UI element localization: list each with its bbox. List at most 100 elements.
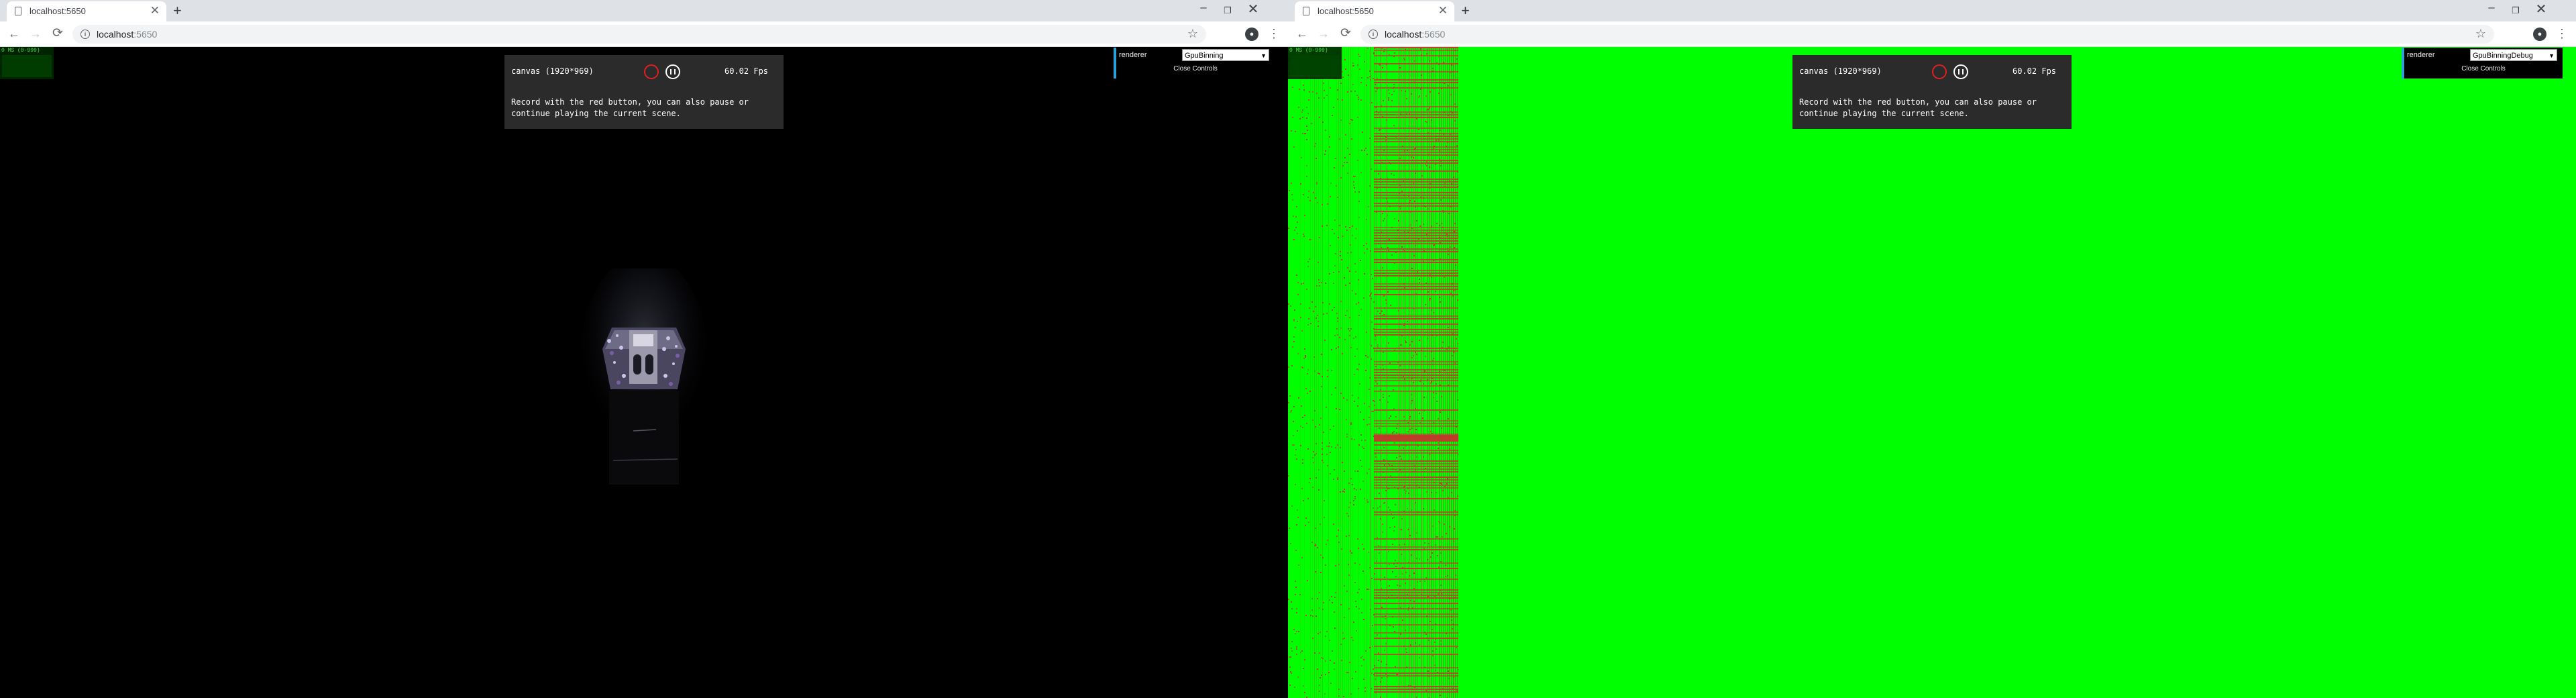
- close-controls-button[interactable]: Close Controls: [2404, 65, 2563, 72]
- bin-cell: [1444, 186, 1446, 187]
- bin-cell: [1314, 370, 1316, 372]
- bin-cell: [1335, 592, 1336, 593]
- info-icon[interactable]: i: [1368, 30, 1378, 39]
- bin-cell: [1415, 245, 1416, 246]
- bin-cell: [1419, 381, 1421, 382]
- bin-cell: [1436, 648, 1437, 650]
- close-controls-button[interactable]: Close Controls: [1116, 65, 1275, 72]
- bin-cell: [1374, 377, 1458, 379]
- bin-cell: [1403, 195, 1405, 196]
- stats-panel[interactable]: 0 MS (0-999): [1288, 47, 1342, 79]
- bin-cell: [1438, 442, 1439, 444]
- close-window-button[interactable]: ✕: [1241, 1, 1265, 17]
- bin-cell: [1428, 132, 1429, 134]
- bin-cell: [1320, 554, 1322, 556]
- bin-cell: [1446, 146, 1447, 147]
- bin-cell: [1369, 647, 1371, 648]
- bin-cell: [1415, 148, 1416, 149]
- record-button[interactable]: [1932, 64, 1947, 79]
- bin-cell: [1316, 183, 1318, 185]
- star-icon[interactable]: ☆: [2475, 27, 2486, 41]
- bin-cell: [1324, 517, 1325, 518]
- bin-cell: [1306, 165, 1307, 166]
- restore-button[interactable]: ❐: [1216, 3, 1240, 19]
- pause-button[interactable]: [1953, 64, 1968, 79]
- renderer-select[interactable]: GpuBinningDebug ▼: [2470, 49, 2557, 61]
- reload-button[interactable]: ⟳: [1340, 26, 1351, 41]
- avatar[interactable]: ●: [2533, 28, 2546, 41]
- bin-cell: [1374, 334, 1458, 336]
- renderer-select[interactable]: GpuBinning ▼: [1182, 49, 1269, 61]
- bin-cell: [1420, 48, 1421, 50]
- bin-cell: [1374, 405, 1375, 406]
- close-tab-icon[interactable]: ✕: [150, 5, 160, 17]
- bin-cell: [1314, 652, 1316, 654]
- bin-cell: [1397, 562, 1398, 564]
- reload-button[interactable]: ⟳: [52, 26, 63, 41]
- bin-cell: [1354, 582, 1356, 583]
- bin-cell: [1374, 686, 1458, 687]
- bin-cell: [1373, 400, 1374, 401]
- forward-button[interactable]: →: [30, 26, 42, 41]
- minimize-button[interactable]: –: [2479, 0, 2504, 15]
- pause-button[interactable]: [665, 64, 680, 79]
- bin-cell: [1332, 650, 1333, 652]
- forward-button[interactable]: →: [1318, 26, 1330, 41]
- bin-cell: [1419, 558, 1420, 560]
- back-button[interactable]: ←: [8, 26, 20, 41]
- bin-cell: [1456, 338, 1457, 340]
- bin-cell: [1431, 381, 1432, 383]
- star-icon[interactable]: ☆: [1187, 27, 1198, 41]
- bin-cell: [1374, 450, 1458, 451]
- browser-tab[interactable]: localhost:5650 ✕: [1295, 1, 1454, 21]
- render-canvas[interactable]: 0 MS (0-999) canvas (1920*969) 60.02 Fps…: [0, 47, 1288, 698]
- bin-cell: [1346, 536, 1347, 537]
- minimize-button[interactable]: –: [1191, 0, 1216, 15]
- bin-cell: [1391, 513, 1392, 515]
- browser-tab[interactable]: localhost:5650 ✕: [7, 1, 166, 21]
- close-tab-icon[interactable]: ✕: [1438, 5, 1448, 17]
- bin-cell: [1389, 488, 1390, 489]
- info-icon[interactable]: i: [80, 30, 90, 39]
- render-canvas-debug[interactable]: 0 MS (0-999) canvas (1920*969) 60.02 Fps…: [1288, 47, 2576, 698]
- bin-cell: [1389, 239, 1390, 240]
- bin-cell: [1441, 428, 1442, 429]
- bin-cell: [1457, 186, 1458, 187]
- bin-cell: [1404, 419, 1405, 421]
- restore-button[interactable]: ❐: [2504, 3, 2528, 19]
- menu-icon[interactable]: ⋮: [2556, 26, 2568, 41]
- bin-cell: [1304, 415, 1305, 416]
- bin-cell: [1329, 640, 1330, 641]
- bin-cell: [1392, 517, 1393, 519]
- bin-cell: [1296, 458, 1297, 460]
- bin-cell: [1428, 208, 1429, 209]
- bin-cell: [1398, 220, 1399, 221]
- record-button[interactable]: [644, 64, 659, 79]
- new-tab-button[interactable]: +: [1461, 2, 1470, 19]
- bin-cell: [1374, 203, 1458, 204]
- bin-cell: [1302, 459, 1303, 460]
- menu-icon[interactable]: ⋮: [1268, 26, 1280, 41]
- renderer-label: renderer: [2407, 51, 2435, 59]
- new-tab-button[interactable]: +: [173, 2, 182, 19]
- back-button[interactable]: ←: [1296, 26, 1308, 41]
- stats-panel[interactable]: 0 MS (0-999): [0, 47, 54, 79]
- bin-cell: [1434, 509, 1435, 511]
- bin-cell: [1358, 191, 1360, 193]
- close-window-button[interactable]: ✕: [2529, 1, 2553, 17]
- bin-cell: [1405, 340, 1406, 342]
- avatar[interactable]: ●: [1245, 28, 1258, 41]
- bin-cell: [1322, 121, 1324, 123]
- bin-cell: [1450, 111, 1452, 112]
- bin-cell: [1374, 498, 1458, 499]
- bin-cell: [1439, 150, 1440, 152]
- bin-cell: [1304, 215, 1305, 216]
- bin-cell: [1371, 411, 1373, 412]
- address-bar[interactable]: i localhost:5650 ☆: [72, 25, 1206, 44]
- bin-cell: [1288, 303, 1289, 305]
- bin-cell: [1340, 255, 1341, 256]
- address-bar[interactable]: i localhost:5650 ☆: [1360, 25, 2494, 44]
- bin-cell: [1374, 111, 1458, 113]
- bin-cell: [1344, 157, 1346, 158]
- bin-cell: [1421, 350, 1422, 351]
